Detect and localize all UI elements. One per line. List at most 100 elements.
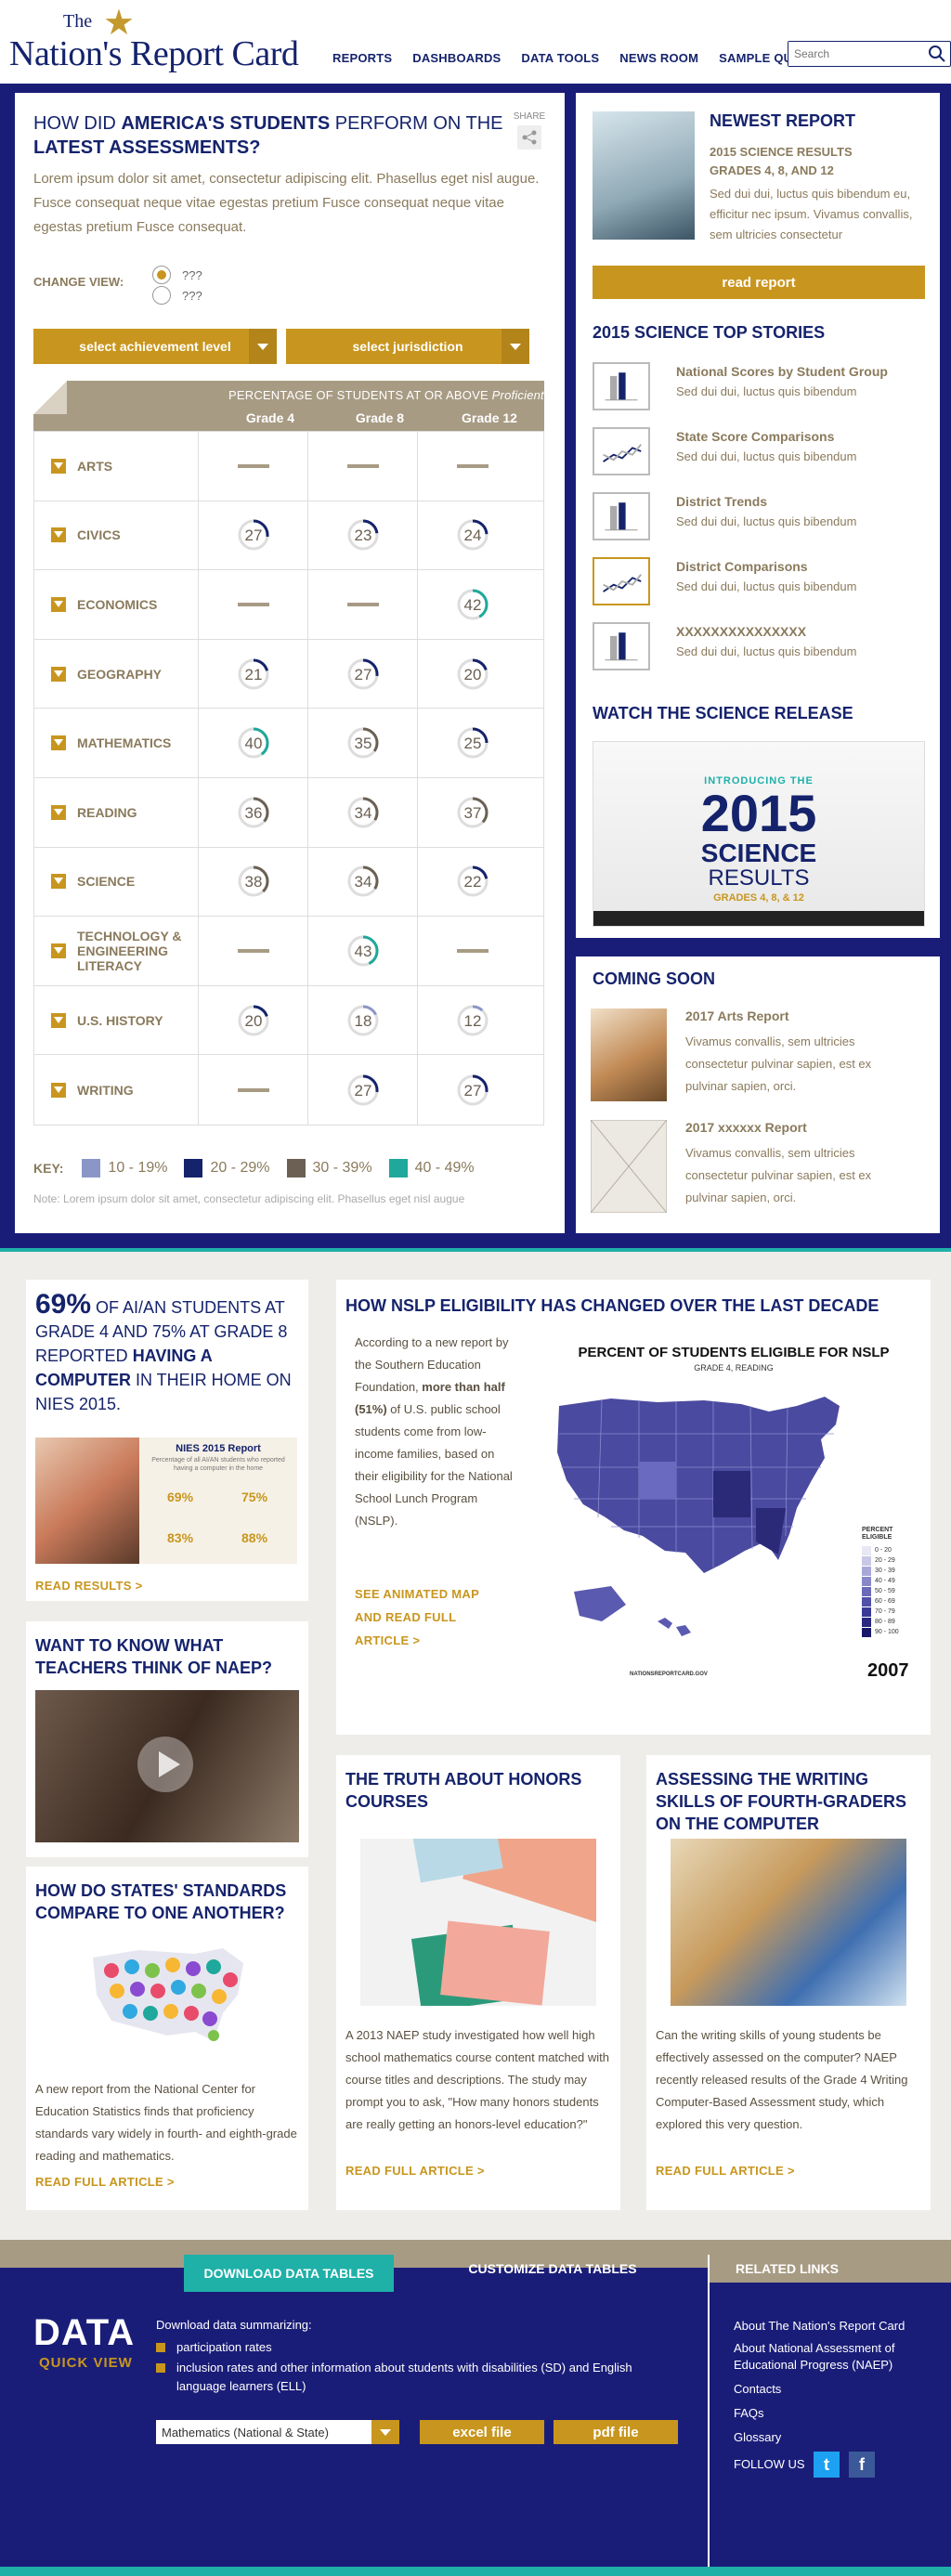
expand-toggle-icon[interactable] bbox=[51, 596, 66, 612]
writing-text: Can the writing skills of young students… bbox=[656, 2028, 908, 2131]
table-note: Note: Lorem ipsum dolor sit amet, consec… bbox=[33, 1192, 465, 1205]
science-release-title: WATCH THE SCIENCE RELEASE bbox=[593, 704, 853, 722]
table-row[interactable]: GEOGRAPHY 21 27 20 bbox=[34, 639, 543, 709]
grade-8-header: Grade 8 bbox=[355, 410, 405, 425]
assessments-panel: HOW DID AMERICA'S STUDENTS PERFORM ON TH… bbox=[15, 93, 565, 1233]
grade-4-header: Grade 4 bbox=[245, 410, 295, 425]
expand-toggle-icon[interactable] bbox=[51, 804, 66, 820]
data-table-select[interactable]: Mathematics (National & State) bbox=[156, 2420, 399, 2444]
table-row[interactable]: TECHNOLOGY & ENGINEERING LITERACY 43 bbox=[34, 917, 543, 986]
coming-soon-item[interactable]: 2017 Arts Report Vivamus convallis, sem … bbox=[591, 1008, 934, 1111]
achievement-level-select[interactable]: select achievement level bbox=[33, 329, 277, 364]
top-stories-title: 2015 SCIENCE TOP STORIES bbox=[593, 323, 826, 342]
nslp-map-link[interactable]: SEE ANIMATED MAP AND READ FULL ARTICLE > bbox=[355, 1582, 485, 1652]
subject-label: WRITING bbox=[77, 1082, 134, 1098]
score-value: 34 bbox=[354, 804, 371, 822]
newest-report-photo[interactable] bbox=[593, 111, 695, 240]
expand-toggle-icon[interactable] bbox=[51, 874, 66, 890]
read-report-button[interactable]: read report bbox=[593, 266, 925, 299]
tab-download-data-tables[interactable]: DOWNLOAD DATA TABLES bbox=[184, 2255, 394, 2292]
expand-toggle-icon[interactable] bbox=[51, 1082, 66, 1098]
site-logo[interactable]: The ★ Nation's Report Card bbox=[7, 6, 305, 74]
teachers-video[interactable] bbox=[35, 1690, 299, 1842]
story-item[interactable]: State Score Comparisons Sed dui dui, luct… bbox=[593, 427, 936, 483]
no-data-dash bbox=[456, 463, 489, 468]
expand-toggle-icon[interactable] bbox=[51, 666, 66, 682]
expand-toggle-icon[interactable] bbox=[51, 735, 66, 751]
nslp-map-title: PERCENT OF STUDENTS ELIGIBLE FOR NSLP bbox=[578, 1345, 890, 1360]
story-item[interactable]: National Scores by Student Group Sed dui … bbox=[593, 362, 936, 418]
search-icon[interactable] bbox=[928, 45, 946, 63]
quick-view-label: QUICK VIEW bbox=[39, 2355, 133, 2371]
score-cell: 38 bbox=[198, 847, 307, 917]
table-row[interactable]: ARTS bbox=[34, 432, 543, 501]
writing-read-link[interactable]: READ FULL ARTICLE > bbox=[656, 2164, 795, 2178]
nav-dashboards[interactable]: DASHBOARDS bbox=[412, 51, 501, 65]
results-table-header: PERCENTAGE OF STUDENTS AT OR ABOVE Profi… bbox=[33, 381, 544, 431]
score-value: 34 bbox=[354, 873, 371, 891]
legend-item: 0 - 20 bbox=[862, 1545, 899, 1555]
us-map-icon bbox=[557, 1397, 840, 1636]
score-cell: 37 bbox=[417, 777, 527, 847]
related-link-about-naep[interactable]: About National Assessment of Educational… bbox=[734, 2340, 929, 2374]
related-link-faqs[interactable]: FAQs bbox=[734, 2405, 929, 2422]
nslp-map[interactable]: PERCENT OF STUDENTS ELIGIBLE FOR NSLP GR… bbox=[546, 1345, 921, 1722]
score-cell: 25 bbox=[417, 709, 527, 777]
key-item: 30 - 39% bbox=[286, 1159, 372, 1177]
search-input[interactable] bbox=[788, 42, 918, 66]
view-option-1[interactable]: ??? bbox=[152, 266, 202, 284]
nies-infographic[interactable]: NIES 2015 Report Percentage of all AI/AN… bbox=[139, 1438, 297, 1564]
science-release-video[interactable]: INTRODUCING THE 2015 SCIENCE RESULTS GRA… bbox=[593, 741, 925, 927]
table-row[interactable]: MATHEMATICS 40 35 25 bbox=[34, 709, 543, 778]
grade-12-header: Grade 12 bbox=[462, 410, 517, 425]
pdf-file-button[interactable]: pdf file bbox=[554, 2420, 678, 2444]
nav-data-tools[interactable]: DATA TOOLS bbox=[521, 51, 599, 65]
story-item[interactable]: XXXXXXXXXXXXXXX Sed dui dui, luctus quis … bbox=[593, 622, 936, 678]
nslp-card: HOW NSLP ELIGIBILITY HAS CHANGED OVER TH… bbox=[336, 1280, 931, 1735]
expand-toggle-icon[interactable] bbox=[51, 527, 66, 543]
view-option-2[interactable]: ??? bbox=[152, 286, 202, 305]
score-cell bbox=[307, 432, 417, 501]
table-row[interactable]: U.S. HISTORY 20 18 12 bbox=[34, 985, 543, 1056]
related-link-about-report-card[interactable]: About The Nation's Report Card bbox=[734, 2318, 929, 2335]
states-read-link[interactable]: READ FULL ARTICLE > bbox=[35, 2175, 175, 2189]
table-row[interactable]: READING 36 34 37 bbox=[34, 777, 543, 848]
read-results-link[interactable]: READ RESULTS > bbox=[35, 1579, 143, 1593]
story-item[interactable]: District Trends Sed dui dui, luctus quis … bbox=[593, 492, 936, 548]
coming-soon-item[interactable]: 2017 xxxxxx Report Vivamus convallis, se… bbox=[591, 1120, 934, 1222]
legend-swatch bbox=[862, 1555, 871, 1566]
no-data-dash bbox=[237, 602, 269, 606]
nav-news-room[interactable]: NEWS ROOM bbox=[619, 51, 698, 65]
subject-label: SCIENCE bbox=[77, 874, 136, 890]
table-row[interactable]: CIVICS 27 23 24 bbox=[34, 501, 543, 571]
honors-read-link[interactable]: READ FULL ARTICLE > bbox=[345, 2164, 485, 2178]
score-cell bbox=[198, 570, 307, 639]
related-link-contacts[interactable]: Contacts bbox=[734, 2381, 929, 2398]
story-item[interactable]: District Comparisons Sed dui dui, luctus … bbox=[593, 557, 936, 613]
nav-reports[interactable]: REPORTS bbox=[332, 51, 392, 65]
score-ring: 24 bbox=[457, 519, 488, 551]
facebook-icon[interactable]: f bbox=[849, 2452, 875, 2478]
video-controls[interactable] bbox=[593, 911, 924, 926]
coming-soon-panel: COMING SOON 2017 Arts Report Vivamus con… bbox=[576, 956, 940, 1233]
line-chart-icon bbox=[593, 427, 650, 475]
table-row[interactable]: ECONOMICS 42 bbox=[34, 570, 543, 640]
jurisdiction-select[interactable]: select jurisdiction bbox=[286, 329, 529, 364]
excel-file-button[interactable]: excel file bbox=[420, 2420, 544, 2444]
score-value: 22 bbox=[463, 873, 481, 891]
expand-toggle-icon[interactable] bbox=[51, 1012, 66, 1028]
related-link-glossary[interactable]: Glossary bbox=[734, 2429, 929, 2446]
corner-fold bbox=[33, 381, 67, 414]
table-row[interactable]: SCIENCE 38 34 22 bbox=[34, 847, 543, 917]
tab-customize-data-tables[interactable]: CUSTOMIZE DATA TABLES bbox=[399, 2255, 706, 2283]
expand-toggle-icon[interactable] bbox=[51, 458, 66, 474]
expand-toggle-icon[interactable] bbox=[51, 943, 66, 958]
nslp-legend: 0 - 20 20 - 29 30 - 39 40 - 49 50 - 59 60 - 6… bbox=[862, 1545, 899, 1637]
score-ring: 27 bbox=[457, 1074, 488, 1106]
share-button[interactable]: SHARE bbox=[511, 111, 548, 152]
assessments-description: Lorem ipsum dolor sit amet, consectetur … bbox=[33, 171, 540, 235]
arts-photo bbox=[591, 1008, 667, 1101]
table-row[interactable]: WRITING 27 27 bbox=[34, 1055, 543, 1125]
twitter-icon[interactable]: t bbox=[814, 2452, 840, 2478]
bar-chart-icon bbox=[593, 492, 650, 540]
